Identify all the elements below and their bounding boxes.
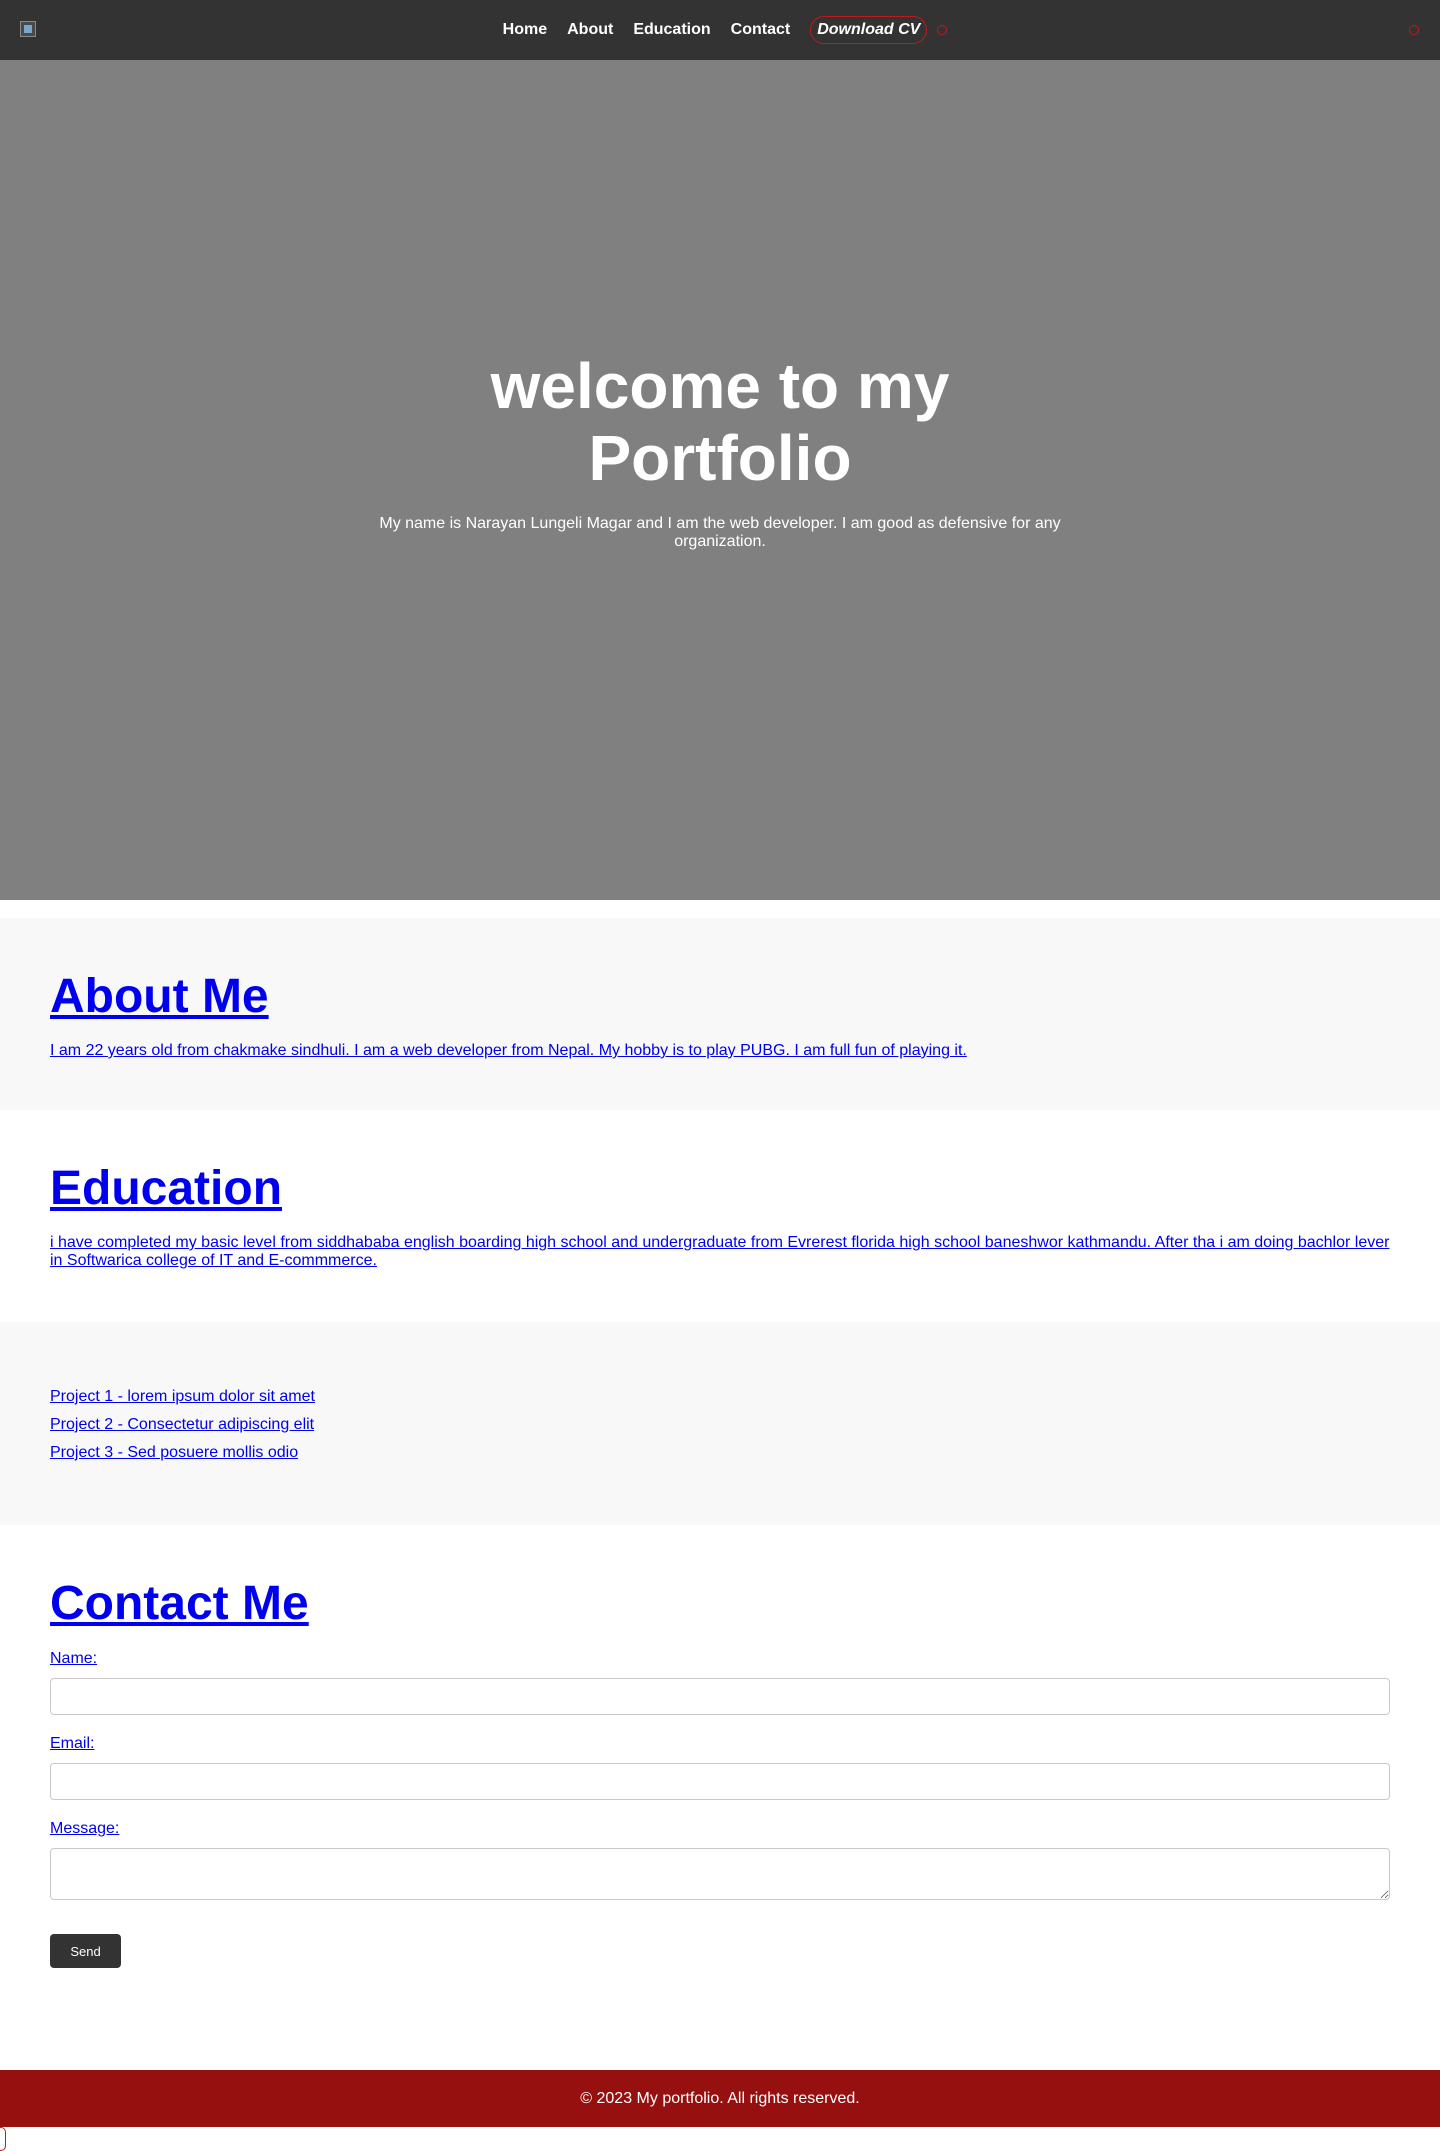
education-title[interactable]: Education (50, 1161, 282, 1217)
nav-links: Home About Education Contact Download CV (0, 0, 1440, 60)
project-item[interactable]: Project 1 - lorem ipsum dolor sit amet (50, 1388, 315, 1416)
footer-copyright: © 2023 My portfolio. All rights reserved… (580, 2090, 860, 2107)
email-label[interactable]: Email: (50, 1735, 94, 1753)
hero-text: My name is Narayan Lungeli Magar and I a… (379, 515, 1061, 550)
projects-section: Project 1 - lorem ipsum dolor sit amet P… (0, 1322, 1440, 1525)
send-button[interactable]: Send (50, 1934, 121, 1968)
contact-title[interactable]: Contact Me (50, 1576, 309, 1632)
download-cv-button[interactable]: Download CV (810, 16, 928, 44)
project-item[interactable]: Project 2 - Consectetur adipiscing elit (50, 1416, 315, 1444)
education-text[interactable]: i have completed my basic level from sid… (50, 1234, 1390, 1270)
nav-about-link[interactable]: About (567, 21, 613, 39)
nav-education-link[interactable]: Education (633, 21, 710, 39)
education-section: Education i have completed my basic leve… (0, 1110, 1440, 1322)
message-textarea[interactable] (50, 1848, 1390, 1900)
email-input[interactable] (50, 1763, 1390, 1800)
hero-title: welcome to my Portfolio (490, 350, 950, 494)
project-list: Project 1 - lorem ipsum dolor sit amet P… (50, 1388, 315, 1472)
about-text[interactable]: I am 22 years old from chakmake sindhuli… (50, 1042, 1390, 1060)
project-item[interactable]: Project 3 - Sed posuere mollis odio (50, 1444, 315, 1472)
nav-home-link[interactable]: Home (503, 21, 547, 39)
nav-contact-link[interactable]: Contact (731, 21, 791, 39)
about-title[interactable]: About Me (50, 969, 269, 1025)
contact-section: Contact Me Name: Email: Message: Send (0, 1525, 1440, 2070)
scroll-indicator (0, 2127, 6, 2151)
footer: © 2023 My portfolio. All rights reserved… (0, 2070, 1440, 2127)
circle-icon (937, 25, 948, 35)
message-label[interactable]: Message: (50, 1820, 119, 1838)
name-input[interactable] (50, 1678, 1390, 1715)
navbar: Home About Education Contact Download CV (0, 0, 1440, 60)
name-label[interactable]: Name: (50, 1650, 97, 1668)
menu-toggle-icon[interactable] (1409, 25, 1419, 35)
hero-section: welcome to my Portfolio My name is Naray… (0, 60, 1440, 900)
about-section: About Me I am 22 years old from chakmake… (0, 918, 1440, 1110)
